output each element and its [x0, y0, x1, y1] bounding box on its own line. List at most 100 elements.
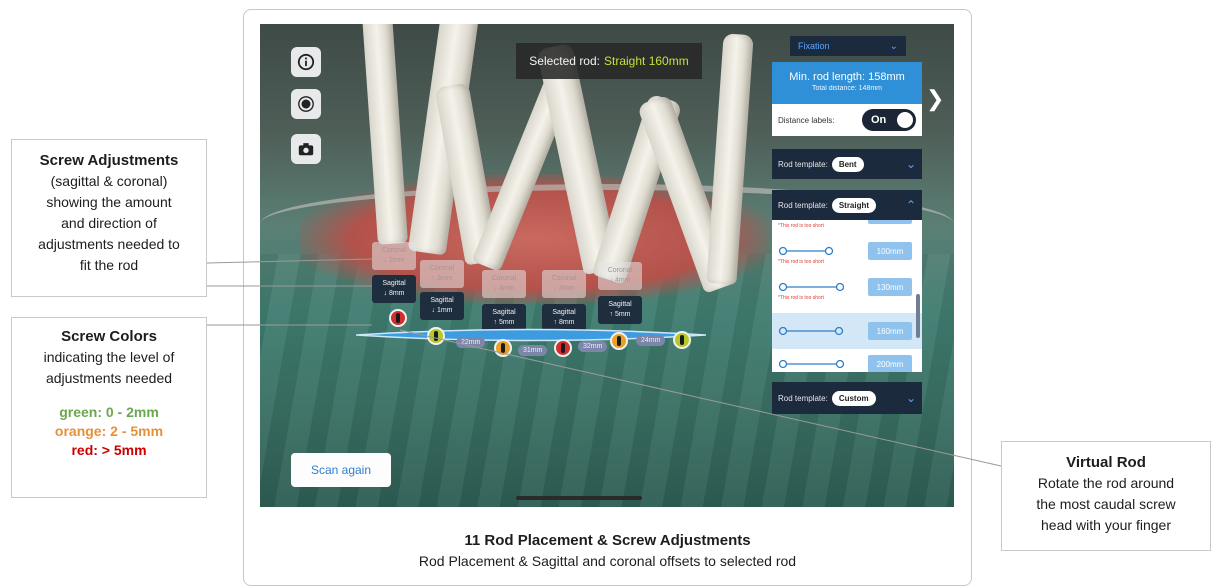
rod-warning: *This rod is too short	[778, 223, 824, 229]
rod-template-straight[interactable]: Rod template: Straight ⌃	[772, 190, 922, 220]
screw-slot	[617, 336, 621, 346]
tag-label: Coronal	[551, 275, 577, 282]
rod-option[interactable]: *This rod is too short 130mm	[772, 274, 922, 310]
total-distance: Total distance: 148mm	[811, 85, 883, 92]
rod-length: 160mm	[868, 322, 912, 340]
rod-length: 100mm	[868, 242, 912, 260]
chevron-down-icon: ⌄	[905, 157, 916, 171]
rod-icon	[778, 246, 834, 256]
legend-green: green: 0 - 2mm	[59, 404, 159, 420]
scrollbar[interactable]	[916, 294, 920, 338]
callout-title: Screw Adjustments	[39, 152, 179, 169]
tag-label: Sagittal	[552, 309, 576, 316]
distance-labels-row: Distance labels: On	[772, 104, 922, 136]
screw-head[interactable]	[494, 339, 512, 357]
selected-rod-banner: Selected rod: Straight 160mm	[516, 43, 702, 79]
template-pill: Custom	[831, 390, 876, 406]
tag-label: Sagittal	[608, 301, 632, 308]
tag-value: ↓ 4mm	[493, 285, 515, 292]
info-button[interactable]	[291, 47, 321, 77]
screw-slot	[501, 343, 505, 353]
camera-icon	[298, 143, 314, 156]
callout-screw-adjustments: Screw Adjustments (sagittal & coronal) s…	[11, 139, 207, 297]
tag-label: Sagittal	[492, 309, 516, 316]
rod-warning: *This rod is too short	[778, 259, 824, 265]
template-pill: Bent	[831, 156, 864, 172]
sagittal-tag: Sagittal ↓ 1mm	[420, 292, 464, 320]
template-pill: Straight	[831, 197, 877, 213]
chevron-up-icon: ⌃	[905, 198, 916, 212]
tag-value: ↑ 3mm	[431, 275, 453, 282]
toggle-knob	[897, 112, 913, 128]
tag-value: ↑ 5mm	[609, 311, 631, 318]
callout-line: indicating the level of	[43, 349, 175, 365]
screw-head[interactable]	[554, 339, 572, 357]
distance-label: 22mm	[456, 337, 486, 348]
rod-length: 130mm	[868, 278, 912, 296]
rod-icon	[778, 326, 844, 336]
rod-template-custom[interactable]: Rod template: Custom ⌄	[772, 382, 922, 414]
distance-labels-toggle[interactable]: On	[862, 109, 916, 131]
distance-label: 32mm	[578, 341, 608, 352]
rod-length: 80mm	[868, 220, 912, 224]
screw-slot	[396, 313, 400, 323]
callout-title: Virtual Rod	[1066, 454, 1146, 471]
fixation-label: Fixation	[798, 41, 830, 51]
rod-option-selected[interactable]: 160mm	[772, 313, 922, 349]
tag-value: ↓ 2mm	[383, 257, 405, 264]
screw-head[interactable]	[389, 309, 407, 327]
callout-virtual-rod: Virtual Rod Rotate the rod around the mo…	[1001, 441, 1211, 551]
capture-button[interactable]	[291, 134, 321, 164]
screw-slot	[680, 335, 684, 345]
rod-template-bent[interactable]: Rod template: Bent ⌄	[772, 149, 922, 179]
record-button[interactable]	[291, 89, 321, 119]
distance-label: 31mm	[518, 345, 548, 356]
screw-slot	[561, 343, 565, 353]
distance-labels-text: Distance labels:	[778, 115, 835, 125]
home-indicator	[516, 496, 642, 500]
sagittal-tag: Sagittal ↑ 5mm	[598, 296, 642, 324]
tag-label: Sagittal	[430, 297, 454, 304]
tag-label: Coronal	[429, 265, 455, 272]
callout-line: Rotate the rod around	[1037, 475, 1175, 491]
screw-slot	[434, 331, 438, 341]
legend-orange: orange: 2 - 5mm	[54, 423, 164, 439]
tag-label: Coronal	[607, 267, 633, 274]
rod-icon	[778, 359, 844, 369]
toggle-label: On	[871, 114, 887, 126]
selected-rod-value: Straight 160mm	[604, 54, 689, 68]
fixation-dropdown[interactable]: Fixation ⌄	[790, 36, 906, 56]
rod-option-list[interactable]: *This rod is too short 80mm *This rod is…	[772, 220, 922, 372]
min-rod-length-card: Min. rod length: 158mm Total distance: 1…	[772, 62, 922, 104]
callout-line: and direction of	[61, 215, 157, 231]
tag-value: ↓ 3mm	[553, 285, 575, 292]
sagittal-tag: Sagittal ↓ 8mm	[372, 275, 416, 303]
scan-again-button[interactable]: Scan again	[291, 453, 391, 487]
callout-line: showing the amount	[46, 194, 172, 210]
coronal-tag: Coronal ↓ 4mm	[482, 270, 526, 298]
rod-icon	[778, 282, 844, 292]
rod-template-label: Rod template:	[778, 200, 828, 210]
coronal-tag: Coronal ↓ 2mm	[372, 242, 416, 270]
tag-value: ↓ 1mm	[431, 307, 453, 314]
rod-option[interactable]: 200mm	[772, 351, 922, 372]
coronal-tag: Coronal ↓ 4mm	[598, 262, 642, 290]
ar-camera-view[interactable]: Selected rod: Straight 160mm Coronal ↓ 2…	[260, 24, 954, 507]
rod-option[interactable]: *This rod is too short 80mm	[772, 220, 922, 238]
chevron-right-icon[interactable]: ❯	[926, 86, 944, 112]
screw-head[interactable]	[673, 331, 691, 349]
caption-title: 11 Rod Placement & Screw Adjustments	[464, 532, 751, 549]
coronal-tag: Coronal ↓ 3mm	[542, 270, 586, 298]
coronal-tag: Coronal ↑ 3mm	[420, 260, 464, 288]
screw-head[interactable]	[610, 332, 628, 350]
record-icon	[298, 96, 314, 112]
chevron-down-icon: ⌄	[905, 391, 916, 405]
rod-option[interactable]: *This rod is too short 100mm	[772, 238, 922, 274]
rod-warning: *This rod is too short	[778, 295, 824, 301]
rod-template-label: Rod template:	[778, 159, 828, 169]
screw-head[interactable]	[427, 327, 445, 345]
rod-length: 200mm	[868, 355, 912, 372]
tag-label: Sagittal	[382, 280, 406, 287]
callout-title: Screw Colors	[61, 328, 157, 345]
callout-screw-colors: Screw Colors indicating the level of adj…	[11, 317, 207, 498]
